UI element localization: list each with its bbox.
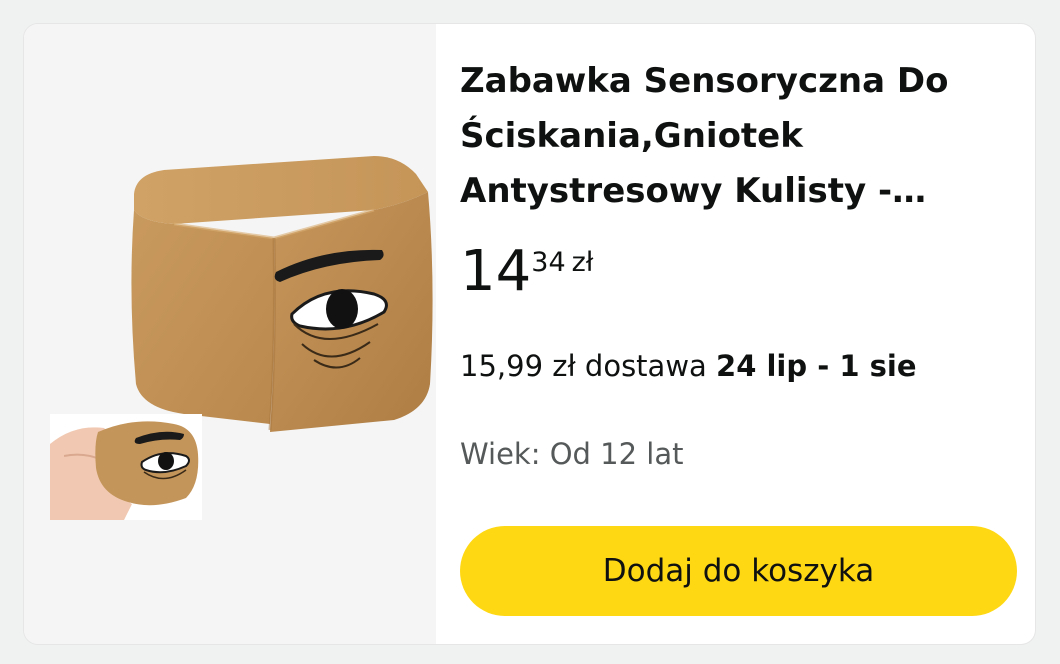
product-title[interactable]: Zabawka Sensoryczna Do Ściskania,Gniotek… bbox=[460, 54, 1000, 219]
price-currency: zł bbox=[571, 247, 594, 278]
cube-main bbox=[131, 156, 433, 432]
delivery-info: 15,99 zł dostawa 24 lip - 1 sie bbox=[460, 346, 917, 386]
product-price: 1434 zł bbox=[460, 242, 593, 302]
product-title-line-3[interactable]: Antystresowy Kulisty -… bbox=[460, 164, 1000, 219]
delivery-cost: 15,99 zł dostawa bbox=[460, 349, 717, 383]
price-fraction: 34 bbox=[531, 247, 566, 278]
product-info: Zabawka Sensoryczna Do Ściskania,Gniotek… bbox=[460, 24, 1035, 644]
inset-hand-photo bbox=[50, 414, 202, 520]
product-title-line-1[interactable]: Zabawka Sensoryczna Do bbox=[460, 54, 1000, 109]
price-whole: 14 bbox=[460, 239, 532, 304]
squishy-cube-illustration bbox=[50, 156, 433, 520]
product-title-line-2[interactable]: Ściskania,Gniotek bbox=[460, 109, 1000, 164]
delivery-dates: 24 lip - 1 sie bbox=[716, 349, 917, 383]
product-card[interactable]: Zabawka Sensoryczna Do Ściskania,Gniotek… bbox=[24, 24, 1035, 644]
add-to-cart-button[interactable]: Dodaj do koszyka bbox=[460, 526, 1017, 616]
product-image[interactable] bbox=[24, 24, 436, 644]
age-recommendation: Wiek: Od 12 lat bbox=[460, 437, 684, 471]
